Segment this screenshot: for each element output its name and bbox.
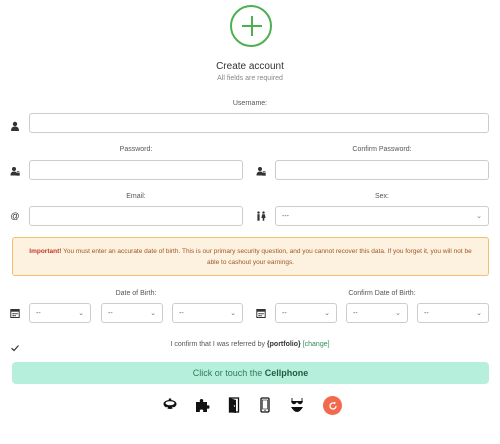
cellphone-icon[interactable]: [256, 396, 274, 414]
dob-day-value: --: [36, 309, 41, 317]
refresh-icon: [328, 401, 337, 410]
chevron-down-icon: ⌄: [150, 310, 156, 317]
confirm-dob-day-select[interactable]: -- ⌄: [275, 303, 337, 323]
referrer-name: {portfolio}: [266, 341, 301, 348]
chevron-down-icon: ⌄: [395, 310, 401, 317]
captcha-prefix: Click or touch the: [192, 368, 265, 378]
refresh-captcha-button[interactable]: [323, 396, 342, 415]
confirm-password-input[interactable]: [275, 160, 489, 180]
referral-prefix: I confirm that I was referred by: [170, 341, 267, 348]
sex-select[interactable]: --- ⌄: [275, 206, 489, 226]
dob-year-value: --: [179, 309, 184, 317]
password-input[interactable]: [29, 160, 243, 180]
username-input[interactable]: [29, 113, 489, 133]
pot-icon[interactable]: [161, 396, 179, 414]
chevron-down-icon: ⌄: [324, 310, 330, 317]
email-label: Email:: [126, 193, 146, 200]
dob-label: Date of Birth:: [115, 290, 157, 297]
confirm-dob-month-value: --: [353, 309, 358, 317]
page-title: Create account: [216, 61, 284, 72]
sex-label: Sex:: [374, 193, 389, 200]
chevron-down-icon: ⌄: [78, 310, 84, 317]
dob-month-select[interactable]: -- ⌄: [101, 303, 163, 323]
puzzle-icon[interactable]: [193, 396, 211, 414]
dob-month-value: --: [108, 309, 113, 317]
add-account-logo-icon: [230, 5, 272, 47]
at-icon: @: [10, 211, 20, 221]
alert-strong: Important!: [29, 248, 62, 255]
confirm-dob-year-select[interactable]: -- ⌄: [417, 303, 489, 323]
dob-day-select[interactable]: -- ⌄: [29, 303, 91, 323]
user-icon: [10, 121, 20, 131]
calendar-icon-confirm: [256, 308, 266, 318]
door-icon[interactable]: [225, 396, 243, 414]
confirm-dob-month-select[interactable]: -- ⌄: [346, 303, 408, 323]
gender-icon: [256, 211, 266, 221]
calendar-icon: [10, 308, 20, 318]
captcha-target: Cellphone: [264, 368, 309, 378]
chevron-down-icon: ⌄: [230, 310, 236, 317]
alert-text: You must enter an accurate date of birth…: [61, 248, 472, 266]
confirm-dob-label: Confirm Date of Birth:: [348, 290, 416, 297]
change-referrer-link[interactable]: [change]: [303, 341, 330, 348]
sex-select-value: ---: [282, 212, 289, 220]
captcha-prompt-button: Click or touch the Cellphone: [12, 362, 489, 384]
chevron-down-icon: ⌄: [476, 213, 482, 220]
confirm-dob-year-value: --: [424, 309, 429, 317]
bikini-icon[interactable]: [288, 396, 306, 414]
referral-line: I confirm that I was referred by {portfo…: [0, 341, 500, 348]
user-lock-icon-confirm: [256, 166, 266, 176]
password-label: Password:: [119, 146, 153, 153]
confirm-dob-day-value: --: [282, 309, 287, 317]
dob-warning-alert: Important! You must enter an accurate da…: [12, 237, 489, 276]
username-label: Username:: [232, 100, 268, 107]
dob-year-select[interactable]: -- ⌄: [172, 303, 243, 323]
confirm-password-label: Confirm Password:: [352, 146, 412, 153]
chevron-down-icon: ⌄: [476, 310, 482, 317]
user-lock-icon: [10, 166, 20, 176]
page-subtitle: All fields are required: [217, 75, 283, 82]
email-input[interactable]: [29, 206, 243, 226]
